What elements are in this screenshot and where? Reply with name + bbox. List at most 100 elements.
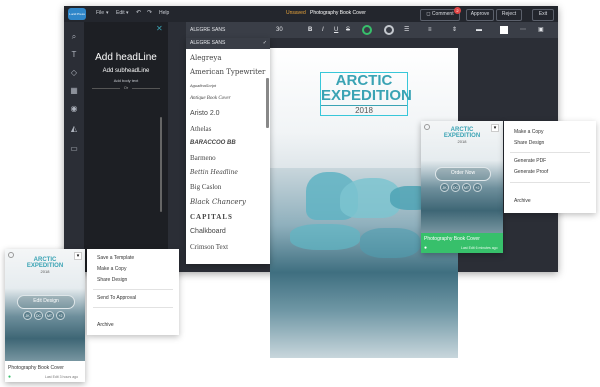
card-title: ARCTIC EXPEDITION 2018 <box>421 127 503 145</box>
font-option-selected[interactable]: ALEGRE SANS ✓ <box>186 38 270 49</box>
cover-title[interactable]: ARCTIC EXPEDITION 2018 <box>320 72 412 116</box>
cover-title-line1: ARCTIC <box>335 72 393 89</box>
app-logo[interactable]: Lucid Press <box>68 8 86 20</box>
line-icon[interactable]: ▬ <box>476 25 482 35</box>
chart-icon[interactable]: ◭ <box>69 124 79 134</box>
avatar: JK <box>440 183 449 192</box>
comment-label: Comment <box>431 11 454 17</box>
font-option[interactable]: Big Caslon <box>190 183 221 191</box>
format-toolbar: ALEGRE SANS 30 B I U S ☰ ≡ ⇕ ▬ ⋯ ▣ <box>186 22 558 38</box>
design-card-left[interactable]: ▾ ARCTIC EXPEDITION 2018 Edit Design JK … <box>5 249 85 382</box>
menu-item-generate-pdf[interactable]: Generate PDF <box>514 158 546 164</box>
menu-edit[interactable]: Edit <box>116 10 125 16</box>
menu-file[interactable]: File <box>96 10 104 16</box>
reject-button[interactable]: Reject <box>496 9 522 21</box>
font-option[interactable]: Aristo 2.0 <box>190 110 220 117</box>
menu-divider <box>93 307 173 308</box>
menu-divider <box>510 152 590 153</box>
font-option[interactable]: CAPITALS <box>190 213 233 221</box>
cover-title-line2: EXPEDITION <box>321 87 412 104</box>
font-option-selected-label: ALEGRE SANS <box>190 40 226 46</box>
card-context-menu-right: Make a Copy Share Design Generate PDF Ge… <box>504 121 596 213</box>
card-meta: Last Edit 3 hours ago <box>45 375 79 379</box>
or-label: Or <box>120 85 132 90</box>
font-option[interactable]: Athelas <box>190 125 211 133</box>
avatar: DC <box>34 311 43 320</box>
panel-scrollbar[interactable] <box>160 117 162 212</box>
close-icon[interactable]: ✕ <box>156 24 163 33</box>
font-option[interactable]: Crimson Text <box>190 243 228 251</box>
fill-color-swatch[interactable] <box>500 26 508 34</box>
italic-button[interactable]: I <box>322 25 324 35</box>
approve-button[interactable]: Approve <box>466 9 494 21</box>
menu-help[interactable]: Help <box>159 10 169 16</box>
grid-icon[interactable]: ▦ <box>69 86 79 96</box>
menu-item-share-design[interactable]: Share Design <box>514 140 544 146</box>
align-icon[interactable]: ☰ <box>404 25 409 35</box>
menu-item-share-design[interactable]: Share Design <box>97 277 127 283</box>
edit-design-button[interactable]: Edit Design <box>17 295 75 309</box>
strikethrough-button[interactable]: S <box>346 25 350 35</box>
exit-label: Exit <box>538 11 548 17</box>
eye-icon[interactable]: ◉ <box>69 104 79 114</box>
card-title: ARCTIC EXPEDITION 2018 <box>5 257 85 275</box>
card-year: 2018 <box>40 269 50 274</box>
bold-button[interactable]: B <box>308 25 312 35</box>
more-icon[interactable]: ⋯ <box>520 25 526 35</box>
menu-divider <box>93 289 173 290</box>
font-option[interactable]: Chalkboard <box>190 228 226 235</box>
avatar: DC <box>451 183 460 192</box>
font-option[interactable]: Antique Book Cover <box>190 96 231 101</box>
font-option[interactable]: AguafinaScript <box>190 83 216 88</box>
dropdown-scrollbar[interactable] <box>266 78 269 128</box>
exit-button[interactable]: Exit <box>532 9 554 21</box>
chevron-down-icon: ▾ <box>106 10 109 16</box>
document-title[interactable]: Photography Book Cover <box>310 10 366 16</box>
avatar: +2 <box>473 183 482 192</box>
font-option[interactable]: Alegreya <box>190 54 222 62</box>
undo-icon[interactable]: ↶ <box>136 9 141 16</box>
text-color-swatch[interactable] <box>362 25 372 35</box>
font-option[interactable]: Bettin Headline <box>190 169 238 176</box>
menu-item-save-template[interactable]: Save a Template <box>97 255 134 261</box>
checkmark-icon: ✓ <box>262 40 267 46</box>
font-option[interactable]: American Typewriter <box>190 68 265 76</box>
card-footer: Photography Book Cover ● Last Edit 6 min… <box>421 233 503 253</box>
spacing-icon[interactable]: ⇕ <box>452 25 457 35</box>
tool-rail: ⌕ T ◇ ▦ ◉ ◭ ▭ <box>64 22 84 272</box>
layout-icon[interactable]: ▣ <box>538 25 544 35</box>
text-tool-icon[interactable]: T <box>69 50 79 60</box>
card-year: 2018 <box>457 139 467 144</box>
font-option[interactable]: Black Chancery <box>190 198 246 206</box>
shapes-icon[interactable]: ◇ <box>69 68 79 78</box>
search-icon[interactable]: ⌕ <box>69 32 79 42</box>
add-subheadline-button[interactable]: Add subheadLine <box>84 68 168 74</box>
image-icon[interactable]: ▭ <box>69 144 79 154</box>
menu-item-send-approval[interactable]: Send To Approval <box>97 295 136 301</box>
menu-item-make-copy[interactable]: Make a Copy <box>97 266 126 272</box>
menu-divider <box>510 182 590 183</box>
comment-icon: ● <box>424 245 428 251</box>
list-icon[interactable]: ≡ <box>428 25 432 35</box>
add-headline-button[interactable]: Add headLine <box>84 52 168 63</box>
font-family-select[interactable]: ALEGRE SANS <box>190 25 270 35</box>
card-name: Photography Book Cover <box>424 236 480 242</box>
underline-button[interactable]: U <box>334 25 338 35</box>
avatar: MT <box>45 311 54 320</box>
font-option[interactable]: BARACCOO BB <box>190 140 236 146</box>
card-footer: Photography Book Cover ● Last Edit 3 hou… <box>5 361 85 382</box>
card-context-menu-left: Save a Template Make a Copy Share Design… <box>87 249 179 335</box>
menu-item-generate-proof[interactable]: Generate Proof <box>514 169 548 175</box>
redo-icon[interactable]: ↷ <box>147 9 152 16</box>
font-option[interactable]: Barmeno <box>190 154 216 162</box>
highlight-swatch[interactable] <box>384 25 394 35</box>
order-now-button[interactable]: Order Now <box>435 167 491 181</box>
menu-item-make-copy[interactable]: Make a Copy <box>514 129 543 135</box>
add-body-text-button[interactable]: Add body text <box>84 78 168 83</box>
font-size-select[interactable]: 30 <box>276 25 302 35</box>
menu-item-archive[interactable]: Archive <box>97 322 114 328</box>
menu-item-archive[interactable]: Archive <box>514 198 531 204</box>
reject-label: Reject <box>501 11 517 17</box>
design-card-right[interactable]: ▾ ARCTIC EXPEDITION 2018 Order Now JK DC… <box>421 121 503 253</box>
text-panel: ✕ Add headLine Add subheadLine Add body … <box>84 22 168 272</box>
